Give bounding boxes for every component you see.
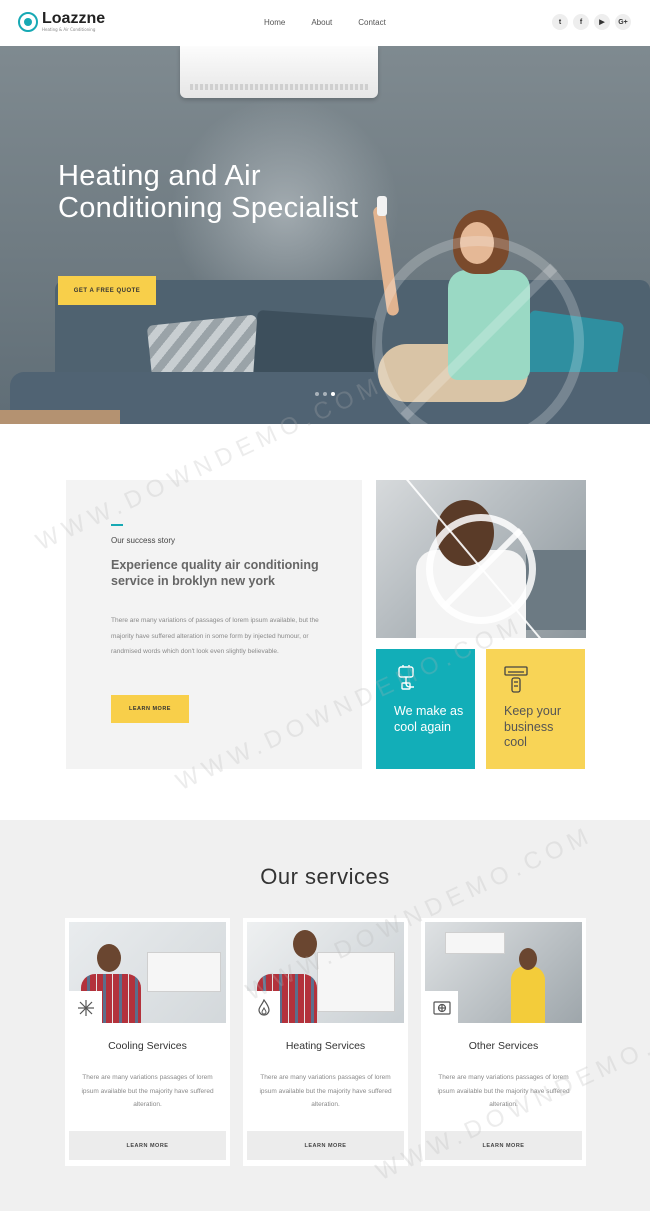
service-title: Heating Services bbox=[285, 1040, 366, 1052]
service-title: Other Services bbox=[468, 1040, 539, 1052]
twitter-icon[interactable]: t bbox=[552, 14, 568, 30]
story-text: There are many variations of passages of… bbox=[111, 617, 319, 655]
services-section: Our services Cooling Services There are … bbox=[0, 820, 650, 1211]
nav-about[interactable]: About bbox=[311, 18, 332, 27]
service-card-cooling: Cooling Services There are many variatio… bbox=[65, 918, 230, 1166]
get-quote-button[interactable]: GET A FREE QUOTE bbox=[58, 276, 156, 305]
tile-text: We make as cool again bbox=[394, 704, 464, 734]
nav-contact[interactable]: Contact bbox=[358, 18, 386, 27]
service-title: Cooling Services bbox=[108, 1040, 187, 1052]
hero-title: Heating and Air Conditioning Specialist bbox=[58, 160, 359, 224]
learn-more-button[interactable]: LEARN MORE bbox=[247, 1131, 404, 1160]
service-description: There are many variations passages of lo… bbox=[437, 1074, 570, 1108]
logo-tagline: Heating & Air Conditioning bbox=[42, 27, 96, 32]
floor-image bbox=[0, 410, 120, 424]
learn-more-button[interactable]: LEARN MORE bbox=[425, 1131, 582, 1160]
service-card-heating: Heating Services There are many variatio… bbox=[243, 918, 408, 1166]
logo-name: Loazzne bbox=[42, 10, 106, 27]
slider-dot[interactable] bbox=[315, 392, 319, 396]
plug-icon bbox=[398, 665, 414, 690]
nav-home[interactable]: Home bbox=[264, 18, 285, 27]
hero-banner: Heating and Air Conditioning Specialist … bbox=[0, 46, 650, 424]
tile-text: Keep your business cool bbox=[504, 704, 561, 749]
facebook-icon[interactable]: f bbox=[573, 14, 589, 30]
services-title: Our services bbox=[260, 864, 390, 889]
ac-remote-icon bbox=[504, 666, 528, 693]
success-story-panel: Our success story Experience quality air… bbox=[66, 480, 362, 769]
logo[interactable]: Loazzne Heating & Air Conditioning bbox=[18, 10, 106, 32]
youtube-icon[interactable]: ▶ bbox=[594, 14, 610, 30]
social-links: t f ▶ G+ bbox=[552, 14, 631, 30]
accent-line bbox=[111, 524, 123, 526]
service-card-other: Other Services There are many variations… bbox=[421, 918, 586, 1166]
technician-photo bbox=[376, 480, 586, 638]
remote-control-image bbox=[377, 196, 387, 216]
story-eyebrow: Our success story bbox=[111, 536, 176, 545]
logo-icon bbox=[18, 12, 38, 32]
slider-dot[interactable] bbox=[323, 392, 327, 396]
story-heading: Experience quality air conditioning serv… bbox=[111, 558, 319, 588]
feature-tile-cool: We make as cool again bbox=[376, 649, 475, 769]
ac-unit-icon bbox=[425, 991, 458, 1024]
learn-more-button[interactable]: LEARN MORE bbox=[111, 695, 189, 723]
slider-dot-active[interactable] bbox=[331, 392, 335, 396]
feature-tile-business: Keep your business cool bbox=[486, 649, 585, 769]
no-heat-watermark-icon bbox=[372, 236, 584, 424]
learn-more-button[interactable]: LEARN MORE bbox=[69, 1131, 226, 1160]
service-description: There are many variations passages of lo… bbox=[259, 1074, 392, 1108]
slider-dots bbox=[315, 392, 335, 396]
snowflake-icon bbox=[69, 991, 102, 1024]
no-heat-watermark-icon bbox=[426, 514, 536, 624]
service-description: There are many variations passages of lo… bbox=[81, 1074, 214, 1108]
flame-icon bbox=[247, 991, 280, 1024]
google-plus-icon[interactable]: G+ bbox=[615, 14, 631, 30]
site-header: Loazzne Heating & Air Conditioning Home … bbox=[0, 0, 650, 46]
main-nav: Home About Contact bbox=[264, 18, 386, 27]
air-conditioner-image bbox=[180, 46, 378, 98]
